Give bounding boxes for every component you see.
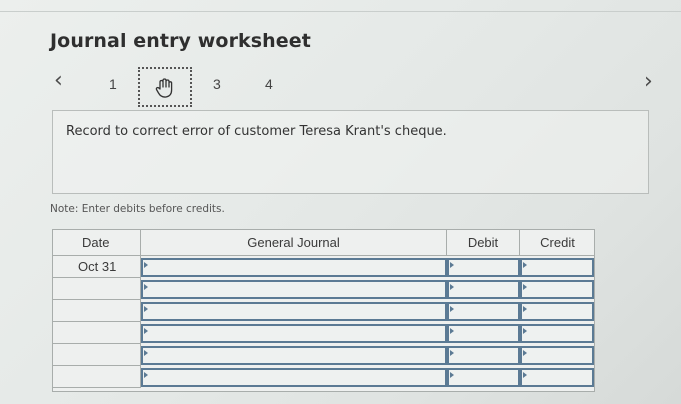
debit-input[interactable]: [447, 258, 520, 277]
field-marker-icon: [450, 328, 454, 334]
chevron-right-icon[interactable]: ›: [644, 71, 653, 93]
field-marker-icon: [144, 284, 148, 290]
page-link-2-current[interactable]: [138, 67, 192, 107]
page-link-4[interactable]: 4: [265, 76, 273, 92]
field-marker-icon: [144, 328, 148, 334]
debit-input[interactable]: [447, 302, 520, 321]
account-input[interactable]: [141, 280, 447, 299]
account-input[interactable]: [141, 302, 447, 321]
account-input[interactable]: [141, 368, 447, 387]
field-marker-icon: [523, 262, 527, 268]
field-marker-icon: [450, 372, 454, 378]
field-marker-icon: [450, 350, 454, 356]
credit-input[interactable]: [520, 302, 594, 321]
page-link-1[interactable]: 1: [109, 76, 117, 92]
account-input[interactable]: [141, 346, 447, 365]
date-cell: [53, 322, 141, 344]
account-input[interactable]: [141, 324, 447, 343]
table-row: [53, 300, 594, 322]
date-cell: [53, 344, 141, 366]
chevron-left-icon[interactable]: ‹: [54, 70, 63, 92]
field-marker-icon: [144, 350, 148, 356]
debit-input[interactable]: [447, 324, 520, 343]
debit-input[interactable]: [447, 280, 520, 299]
date-cell: Oct 31: [53, 256, 141, 278]
field-marker-icon: [144, 306, 148, 312]
column-header-date: Date: [53, 230, 141, 256]
field-marker-icon: [450, 284, 454, 290]
account-input[interactable]: [141, 258, 447, 277]
column-header-general-journal: General Journal: [141, 230, 447, 256]
field-marker-icon: [523, 284, 527, 290]
note-text: Note: Enter debits before credits.: [50, 203, 225, 215]
credit-input[interactable]: [520, 324, 594, 343]
journal-table: Date General Journal Debit Credit Oct 31: [52, 229, 595, 392]
credit-input[interactable]: [520, 346, 594, 365]
instruction-panel: Record to correct error of customer Tere…: [52, 110, 649, 194]
credit-input[interactable]: [520, 258, 594, 277]
page-title: Journal entry worksheet: [50, 30, 311, 52]
debit-input[interactable]: [447, 346, 520, 365]
debit-input[interactable]: [447, 368, 520, 387]
date-cell: [53, 300, 141, 322]
field-marker-icon: [450, 262, 454, 268]
column-header-debit: Debit: [447, 230, 520, 256]
table-row: [53, 278, 594, 300]
table-row: [53, 366, 594, 388]
field-marker-icon: [144, 262, 148, 268]
field-marker-icon: [144, 372, 148, 378]
credit-input[interactable]: [520, 280, 594, 299]
field-marker-icon: [523, 372, 527, 378]
page-link-3[interactable]: 3: [213, 76, 221, 92]
column-header-credit: Credit: [520, 230, 595, 256]
credit-input[interactable]: [520, 368, 594, 387]
date-cell: [53, 366, 141, 388]
field-marker-icon: [523, 306, 527, 312]
field-marker-icon: [523, 350, 527, 356]
top-divider: [0, 11, 681, 12]
hand-pointer-icon: [155, 78, 173, 98]
instruction-text: Record to correct error of customer Tere…: [66, 124, 447, 139]
field-marker-icon: [450, 306, 454, 312]
field-marker-icon: [523, 328, 527, 334]
table-row: [53, 344, 594, 366]
table-row: [53, 322, 594, 344]
date-cell: [53, 278, 141, 300]
table-row: Oct 31: [53, 256, 594, 278]
